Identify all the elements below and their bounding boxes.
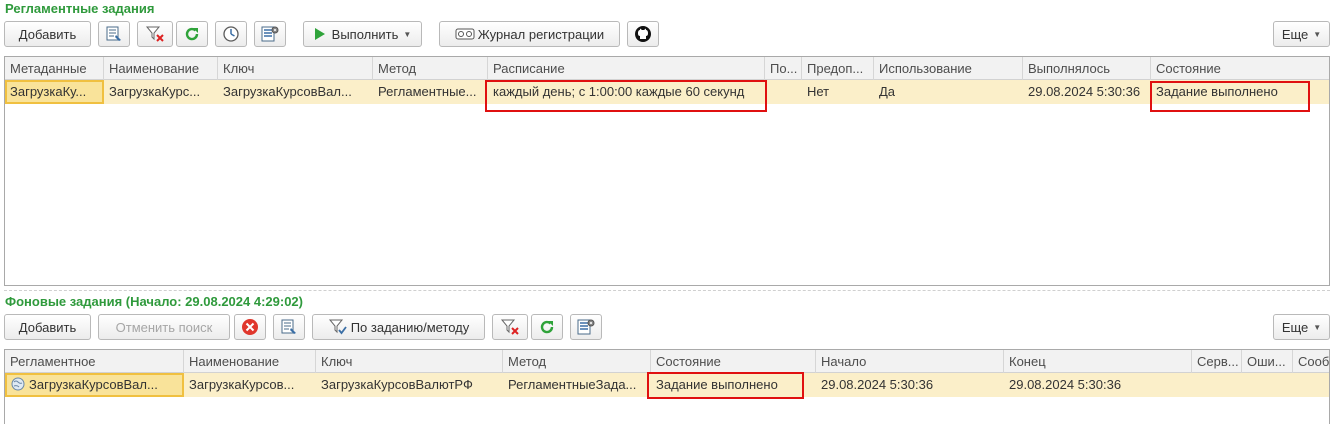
scheduled-toolbar: Добавить Выполнить ▼ Журнал регистрации … bbox=[4, 21, 1330, 47]
column-header[interactable]: Метод bbox=[503, 350, 651, 373]
journal-button[interactable]: Журнал регистрации bbox=[439, 21, 620, 47]
table-cell[interactable]: 29.08.2024 5:30:36 bbox=[1004, 373, 1192, 397]
background-section-title: Фоновые задания (Начало: 29.08.2024 4:29… bbox=[5, 294, 303, 309]
schedule-button[interactable] bbox=[215, 21, 247, 47]
filter-check-icon bbox=[328, 318, 348, 336]
table-cell[interactable]: Нет bbox=[802, 80, 874, 104]
column-header[interactable]: Ключ bbox=[218, 57, 373, 80]
table-cell[interactable] bbox=[1192, 373, 1242, 397]
table-cell-text: ЗагрузкаКурсовВал... bbox=[29, 377, 158, 392]
column-header[interactable]: Наименование bbox=[104, 57, 218, 80]
section-divider bbox=[4, 290, 1330, 291]
column-header[interactable]: Серв... bbox=[1192, 350, 1242, 373]
change-list-button[interactable] bbox=[273, 314, 305, 340]
scheduled-jobs-table: Метаданные Наименование Ключ Метод Распи… bbox=[4, 56, 1330, 286]
column-header[interactable]: Сооб... bbox=[1293, 350, 1329, 373]
table-cell[interactable]: 29.08.2024 5:30:36 bbox=[1023, 80, 1151, 104]
filter-by-task-label: По заданию/методу bbox=[350, 319, 470, 335]
table-header: Метаданные Наименование Ключ Метод Распи… bbox=[5, 57, 1329, 80]
background-jobs-table: Регламентное Наименование Ключ Метод Сос… bbox=[4, 349, 1330, 424]
background-toolbar: Добавить Отменить поиск По заданию/метод… bbox=[4, 314, 1330, 340]
more-label: Еще bbox=[1281, 26, 1309, 42]
table-cell[interactable]: ЗагрузкаКурсовВал... bbox=[5, 373, 184, 397]
column-header[interactable]: Наименование bbox=[184, 350, 316, 373]
journal-icon bbox=[455, 27, 475, 41]
filter-by-task-button[interactable]: По заданию/методу bbox=[312, 314, 485, 340]
column-header[interactable]: Выполнялось bbox=[1023, 57, 1151, 80]
more-label: Еще bbox=[1281, 319, 1309, 335]
table-cell[interactable] bbox=[1242, 373, 1293, 397]
scheduled-section-title: Регламентные задания bbox=[5, 1, 155, 16]
clock-icon bbox=[222, 25, 240, 43]
table-cell[interactable] bbox=[765, 80, 802, 104]
table-cell[interactable]: каждый день; с 1:00:00 каждые 60 секунд bbox=[488, 80, 765, 104]
table-cell[interactable]: РегламентныеЗада... bbox=[503, 373, 651, 397]
globe-task-icon bbox=[11, 377, 25, 391]
more-button[interactable]: Еще ▼ bbox=[1273, 314, 1330, 340]
table-cell[interactable]: Задание выполнено bbox=[1151, 80, 1329, 104]
settings-button[interactable] bbox=[254, 21, 286, 47]
table-cell[interactable]: Регламентные... bbox=[373, 80, 488, 104]
cancel-job-button[interactable] bbox=[234, 314, 266, 340]
table-cell[interactable]: ЗагрузкаКурс... bbox=[104, 80, 218, 104]
table-header: Регламентное Наименование Ключ Метод Сос… bbox=[5, 350, 1329, 373]
execute-label: Выполнить bbox=[331, 26, 399, 42]
table-cell[interactable]: 29.08.2024 5:30:36 bbox=[816, 373, 1004, 397]
github-icon bbox=[634, 25, 652, 43]
column-header[interactable]: Состояние bbox=[1151, 57, 1329, 80]
table-cell[interactable]: Да bbox=[874, 80, 1023, 104]
add-background-button[interactable]: Добавить bbox=[4, 314, 91, 340]
filter-clear-icon bbox=[145, 25, 165, 43]
journal-label: Журнал регистрации bbox=[477, 26, 605, 42]
table-row[interactable]: ЗагрузкаКу... ЗагрузкаКурс... ЗагрузкаКу… bbox=[5, 80, 1329, 104]
clear-filter-button[interactable] bbox=[137, 21, 173, 47]
github-button[interactable] bbox=[627, 21, 659, 47]
table-row[interactable]: ЗагрузкаКурсовВал... ЗагрузкаКурсов... З… bbox=[5, 373, 1329, 397]
clear-filter-button[interactable] bbox=[492, 314, 528, 340]
table-cell[interactable]: ЗагрузкаКурсовВал... bbox=[218, 80, 373, 104]
settings-list-icon bbox=[260, 25, 280, 43]
table-cell[interactable]: Задание выполнено bbox=[651, 373, 816, 397]
refresh-button[interactable] bbox=[531, 314, 563, 340]
column-header[interactable]: Оши... bbox=[1242, 350, 1293, 373]
table-cell[interactable]: ЗагрузкаКурсовВалютРФ bbox=[316, 373, 503, 397]
more-button[interactable]: Еще ▼ bbox=[1273, 21, 1330, 47]
filter-clear-icon bbox=[500, 318, 520, 336]
column-header[interactable]: Расписание bbox=[488, 57, 765, 80]
column-header[interactable]: Метод bbox=[373, 57, 488, 80]
column-header[interactable]: Использование bbox=[874, 57, 1023, 80]
chevron-down-icon: ▼ bbox=[403, 29, 412, 39]
add-scheduled-button[interactable]: Добавить bbox=[4, 21, 91, 47]
refresh-button[interactable] bbox=[176, 21, 208, 47]
cancel-search-button[interactable]: Отменить поиск bbox=[98, 314, 230, 340]
settings-list-icon bbox=[576, 318, 596, 336]
table-cell[interactable] bbox=[1293, 373, 1329, 397]
list-edit-icon bbox=[280, 318, 298, 336]
table-cell[interactable]: ЗагрузкаКу... bbox=[5, 80, 104, 104]
column-header[interactable]: Состояние bbox=[651, 350, 816, 373]
execute-button[interactable]: Выполнить ▼ bbox=[303, 21, 422, 47]
column-header[interactable]: Конец bbox=[1004, 350, 1192, 373]
refresh-icon bbox=[184, 26, 200, 42]
list-edit-icon bbox=[105, 25, 123, 43]
column-header[interactable]: Предоп... bbox=[802, 57, 874, 80]
column-header[interactable]: Метаданные bbox=[5, 57, 104, 80]
column-header[interactable]: По... bbox=[765, 57, 802, 80]
chevron-down-icon: ▼ bbox=[1313, 29, 1322, 39]
column-header[interactable]: Регламентное bbox=[5, 350, 184, 373]
chevron-down-icon: ▼ bbox=[1313, 322, 1322, 332]
cancel-red-icon bbox=[241, 318, 259, 336]
play-icon bbox=[314, 27, 326, 41]
table-cell[interactable]: ЗагрузкаКурсов... bbox=[184, 373, 316, 397]
settings-button[interactable] bbox=[570, 314, 602, 340]
refresh-icon bbox=[539, 319, 555, 335]
column-header[interactable]: Ключ bbox=[316, 350, 503, 373]
change-list-button[interactable] bbox=[98, 21, 130, 47]
column-header[interactable]: Начало bbox=[816, 350, 1004, 373]
